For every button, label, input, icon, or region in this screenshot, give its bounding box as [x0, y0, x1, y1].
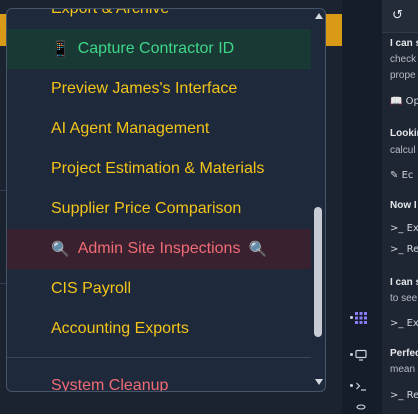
menu-item-capture-contractor-id[interactable]: 📱 Capture Contractor ID: [7, 29, 311, 69]
chat-message-text: to see: [390, 293, 418, 304]
active-dot: [350, 316, 353, 319]
activity-bar: [342, 0, 382, 414]
menu-item-admin-site-inspections[interactable]: 🔍 Admin Site Inspections 🔍: [7, 229, 311, 269]
tool-call-label: Ec: [401, 170, 414, 181]
menu-item-label: Supplier Price Comparison: [51, 200, 242, 217]
chat-tool-call[interactable]: ✎ Ec: [390, 170, 413, 181]
menu-item-label: CIS Payroll: [51, 280, 132, 297]
chat-message-text: I can s: [390, 38, 418, 49]
terminal-icon: >_: [390, 244, 404, 255]
menu-divider: [7, 357, 311, 358]
tool-call-label: Ex: [406, 318, 418, 329]
monitor-icon[interactable]: [355, 349, 367, 361]
menu-item-label: Preview James's Interface: [51, 80, 238, 97]
scroll-up-arrow-icon[interactable]: [315, 13, 323, 19]
magnifier-icon: 🔍: [51, 241, 70, 258]
tool-call-label: Op: [405, 96, 418, 107]
chat-tool-call[interactable]: >_ Re: [390, 244, 418, 255]
tool-call-label: Ex: [406, 223, 418, 234]
scroll-down-arrow-icon[interactable]: [315, 379, 323, 385]
menu-item-label: AI Agent Management: [51, 120, 210, 137]
menu-item-supplier-price-comparison[interactable]: Supplier Price Comparison: [7, 189, 311, 229]
sparkle-grid-icon[interactable]: [354, 311, 368, 325]
active-dot: [350, 353, 353, 356]
menu-item-label: Capture Contractor ID: [77, 40, 235, 57]
menu-item-accounting-exports[interactable]: Accounting Exports: [7, 309, 311, 349]
book-icon: 📖: [390, 96, 403, 107]
history-icon[interactable]: ↺: [392, 8, 403, 23]
navigation-dropdown-menu[interactable]: Export & Archive 📱 Capture Contractor ID…: [6, 8, 326, 392]
chat-tool-call[interactable]: >_ Ex: [390, 223, 418, 234]
chat-tool-call[interactable]: >_ Re: [390, 390, 418, 401]
chat-message-text: calcul: [390, 145, 416, 156]
menu-item-label: Accounting Exports: [51, 320, 189, 337]
chat-header: ↺: [382, 0, 418, 33]
menu-item-ai-agent-management[interactable]: AI Agent Management: [7, 109, 311, 149]
chat-message-text: prope: [390, 70, 416, 81]
menu-item-project-estimation[interactable]: Project Estimation & Materials: [7, 149, 311, 189]
menu-item-preview-interface[interactable]: Preview James's Interface: [7, 69, 311, 109]
menu-item-label: Project Estimation & Materials: [51, 160, 265, 177]
chat-message-text: Now I: [390, 200, 417, 211]
menu-item-system-cleanup[interactable]: System Cleanup: [7, 366, 311, 392]
chat-message-text: mean: [390, 364, 416, 375]
chat-panel: ↺ I can s check prope 📖 Op Lookin calcul…: [382, 0, 418, 414]
menu-item-cis-payroll[interactable]: CIS Payroll: [7, 269, 311, 309]
scrollbar-thumb[interactable]: [314, 207, 322, 337]
magnifier-icon: 🔍: [248, 241, 268, 258]
edit-icon: ✎: [390, 170, 399, 181]
menu-item-label: Admin Site Inspections: [77, 240, 241, 257]
chat-tool-call[interactable]: >_ Ex: [390, 318, 418, 329]
active-dot: [350, 384, 353, 387]
terminal-icon[interactable]: [355, 380, 367, 392]
chat-message-text: Lookin: [390, 128, 418, 139]
terminal-icon: >_: [390, 223, 404, 234]
menu-item-label: System Cleanup: [51, 377, 169, 392]
chat-message-text: I can s: [390, 277, 418, 288]
chat-message-text: Perfec: [390, 348, 418, 359]
chat-message-text: check: [390, 54, 417, 65]
terminal-icon: >_: [390, 390, 404, 401]
menu-item-export-archive[interactable]: Export & Archive: [7, 8, 311, 29]
phone-icon: 📱: [51, 41, 70, 58]
menu-item-label: Export & Archive: [51, 8, 170, 17]
chat-tool-call[interactable]: 📖 Op: [390, 96, 418, 107]
tool-call-label: Re: [406, 244, 418, 255]
tool-call-label: Re: [406, 390, 418, 401]
terminal-icon: >_: [390, 318, 404, 329]
dropdown-scrollbar[interactable]: [312, 9, 325, 391]
database-icon[interactable]: [356, 404, 366, 414]
